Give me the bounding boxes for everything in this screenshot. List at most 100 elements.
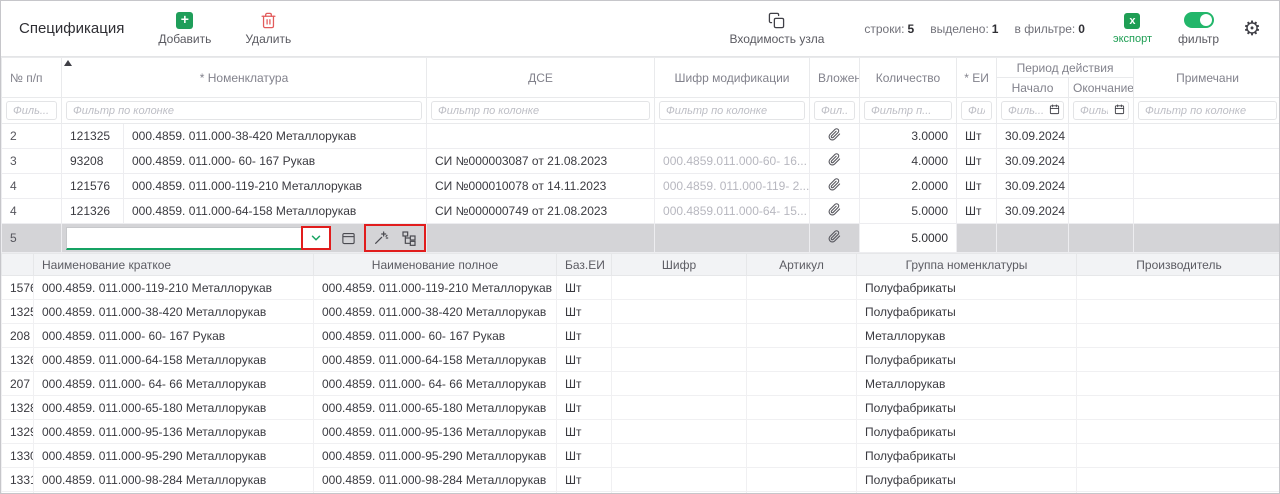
spec-row[interactable]: 4 121326 000.4859. 011.000-64-158 Металл… <box>2 199 1280 224</box>
open-card-icon[interactable] <box>339 227 357 249</box>
lookup-row[interactable]: 1330 000.4859. 011.000-95-290 Металлорук… <box>2 444 1280 468</box>
filter-note-input[interactable] <box>1138 101 1277 120</box>
lookup-row[interactable]: 1576 000.4859. 011.000-119-210 Металлору… <box>2 276 1280 300</box>
nomenclature-input[interactable] <box>67 228 303 248</box>
spec-row[interactable]: 4 121576 000.4859. 011.000-119-210 Метал… <box>2 174 1280 199</box>
filter-quantity-input[interactable] <box>864 101 952 120</box>
chevron-down-icon[interactable] <box>303 228 329 248</box>
add-button[interactable]: + Добавить <box>158 11 211 46</box>
nomenclature-combo[interactable] <box>66 227 330 250</box>
cell-code <box>612 324 747 348</box>
col-header-unit[interactable]: * ЕИ <box>957 58 997 98</box>
filter-unit-input[interactable] <box>961 101 992 120</box>
paperclip-icon[interactable] <box>810 149 860 174</box>
col-header-end[interactable]: Окончание <box>1069 78 1134 98</box>
lookup-row[interactable]: 1329 000.4859. 011.000-95-136 Металлорук… <box>2 420 1280 444</box>
lookup-header-full-name[interactable]: Наименование полное <box>314 254 557 276</box>
export-button[interactable]: x экспорт <box>1113 12 1152 45</box>
toggle-on-icon[interactable] <box>1184 12 1214 28</box>
cell-quantity: 2.0000 <box>860 174 957 199</box>
filter-toggle-label: фильтр <box>1178 32 1219 46</box>
lookup-header-manufacturer[interactable]: Производитель <box>1077 254 1280 276</box>
cell-id: 1331 <box>2 468 34 492</box>
col-header-num[interactable]: № п/п <box>2 58 62 98</box>
lookup-row[interactable]: 1328 000.4859. 011.000-65-180 Металлорук… <box>2 396 1280 420</box>
lookup-row[interactable]: 1325 000.4859. 011.000-38-420 Металлорук… <box>2 300 1280 324</box>
cell-manufacturer <box>1077 348 1280 372</box>
cell-base-unit: Шт <box>557 468 612 492</box>
cell-article <box>747 396 857 420</box>
filter-end-input[interactable] <box>1074 102 1114 119</box>
col-header-note[interactable]: Примечани <box>1134 58 1280 98</box>
cell-code <box>612 420 747 444</box>
col-header-attachment[interactable]: Вложени <box>810 58 860 98</box>
col-header-start[interactable]: Начало <box>997 78 1069 98</box>
edit-row[interactable]: 5 <box>2 224 1280 253</box>
cell-manufacturer <box>1077 420 1280 444</box>
lookup-header-code[interactable]: Шифр <box>612 254 747 276</box>
spec-row[interactable]: 2 121325 000.4859. 011.000-38-420 Металл… <box>2 124 1280 149</box>
calendar-icon[interactable] <box>1114 104 1125 118</box>
magic-wand-icon[interactable] <box>371 227 391 249</box>
lookup-row[interactable]: 208 000.4859. 011.000- 60- 167 Рукав 000… <box>2 324 1280 348</box>
cell-code: 121325 <box>62 124 124 149</box>
paperclip-icon[interactable] <box>810 224 860 253</box>
filter-start-input[interactable] <box>1002 102 1049 119</box>
filter-dse-input[interactable] <box>431 101 650 120</box>
cell-base-unit: Шт <box>557 300 612 324</box>
cell-quantity-edit[interactable]: 5.0000 <box>860 224 957 253</box>
filter-attachment-input[interactable] <box>814 101 855 120</box>
col-header-dse[interactable]: ДСЕ <box>427 58 655 98</box>
col-header-quantity[interactable]: Количество <box>860 58 957 98</box>
paperclip-icon[interactable] <box>810 124 860 149</box>
cell-article <box>747 420 857 444</box>
cell-id: 1330 <box>2 444 34 468</box>
cell-name: 000.4859. 011.000- 60- 167 Рукав <box>124 149 427 174</box>
lookup-header-base-unit[interactable]: Баз.ЕИ <box>557 254 612 276</box>
hierarchy-icon[interactable] <box>399 227 419 249</box>
cell-id: 1326 <box>2 348 34 372</box>
cell-manufacturer <box>1077 324 1280 348</box>
quantity-value[interactable]: 5.0000 <box>860 224 956 252</box>
cell-short-name: 000.4859. 011.000-119-210 Металлорукав <box>34 276 314 300</box>
cell-manufacturer <box>1077 444 1280 468</box>
filter-nomenclature-input[interactable] <box>66 101 422 120</box>
cell-id: 1576 <box>2 276 34 300</box>
edit-tools-group <box>366 226 424 250</box>
cell-code: 93208 <box>62 149 124 174</box>
nomenclature-lookup-table: Наименование краткое Наименование полное… <box>1 253 1280 494</box>
col-header-nomenclature[interactable]: * Номенклатура <box>62 58 427 98</box>
specification-table: № п/п * Номенклатура ДСЕ Шифр модификаци… <box>1 57 1280 253</box>
lookup-row[interactable]: 1326 000.4859. 011.000-64-158 Металлорук… <box>2 348 1280 372</box>
lookup-row[interactable]: 207 000.4859. 011.000- 64- 66 Металлорук… <box>2 372 1280 396</box>
cell-base-unit: Шт <box>557 276 612 300</box>
cell-end-date <box>1069 149 1134 174</box>
filter-mod-input[interactable] <box>659 101 805 120</box>
cell-full-name: 000.4859. 011.000-119-210 Металлорукав <box>314 276 557 300</box>
cell-id: 1328 <box>2 396 34 420</box>
paperclip-icon[interactable] <box>810 174 860 199</box>
spec-row[interactable]: 3 93208 000.4859. 011.000- 60- 167 Рукав… <box>2 149 1280 174</box>
cell-start-date: 30.09.2024 <box>997 174 1069 199</box>
cell-manufacturer <box>1077 276 1280 300</box>
filter-toggle[interactable]: фильтр <box>1178 11 1219 46</box>
node-usage-button[interactable]: Входимость узла <box>729 11 824 46</box>
calendar-icon[interactable] <box>1049 104 1060 118</box>
cell-short-name: 000.4859. 011.000-95-290 Металлорукав <box>34 444 314 468</box>
cell-group: Полуфабрикаты <box>857 300 1077 324</box>
settings-gear-icon[interactable]: ⚙ <box>1243 19 1261 39</box>
col-header-period: Период действия <box>997 58 1134 78</box>
paperclip-icon[interactable] <box>810 199 860 224</box>
lookup-header-group[interactable]: Группа номенклатуры <box>857 254 1077 276</box>
lookup-row[interactable]: 1331 000.4859. 011.000-98-284 Металлорук… <box>2 468 1280 492</box>
lookup-header-article[interactable]: Артикул <box>747 254 857 276</box>
page-title: Спецификация <box>19 20 124 37</box>
cell-code <box>612 372 747 396</box>
filter-num-input[interactable] <box>6 101 57 120</box>
lookup-header-short-name[interactable]: Наименование краткое <box>34 254 314 276</box>
cell-short-name: 000.4859. 011.000- 64- 66 Металлорукав <box>34 372 314 396</box>
delete-button[interactable]: Удалить <box>245 11 291 46</box>
col-header-mod[interactable]: Шифр модификации <box>655 58 810 98</box>
add-button-label: Добавить <box>158 32 211 46</box>
cell-quantity: 3.0000 <box>860 124 957 149</box>
